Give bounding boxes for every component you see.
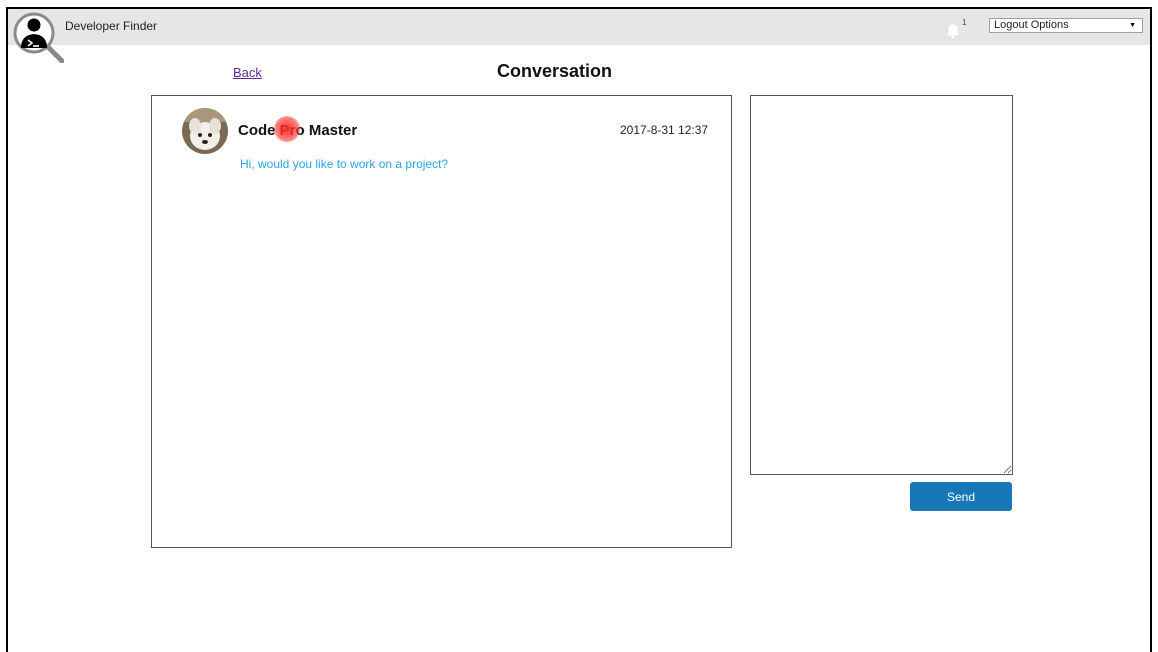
message-timestamp: 2017-8-31 12:37 [620,123,709,137]
notification-count-badge: 1 [962,18,967,27]
page-title: Conversation [497,61,613,81]
send-button[interactable]: Send [910,482,1012,511]
bell-icon[interactable] [944,22,962,40]
click-highlight-marker [274,116,300,142]
app-title: Developer Finder [65,19,158,33]
logout-options-select[interactable]: Logout Options ▼ [989,18,1143,33]
top-bar [8,9,1150,45]
caret-down-icon: ▼ [1129,22,1136,29]
back-link[interactable]: Back [233,65,262,80]
developer-search-logo-icon[interactable] [12,11,64,63]
logout-options-selected: Logout Options [994,19,1069,31]
message-text: Hi, would you like to work on a project? [240,157,449,171]
dog-avatar-icon [182,108,228,154]
reply-textarea[interactable] [750,95,1013,475]
